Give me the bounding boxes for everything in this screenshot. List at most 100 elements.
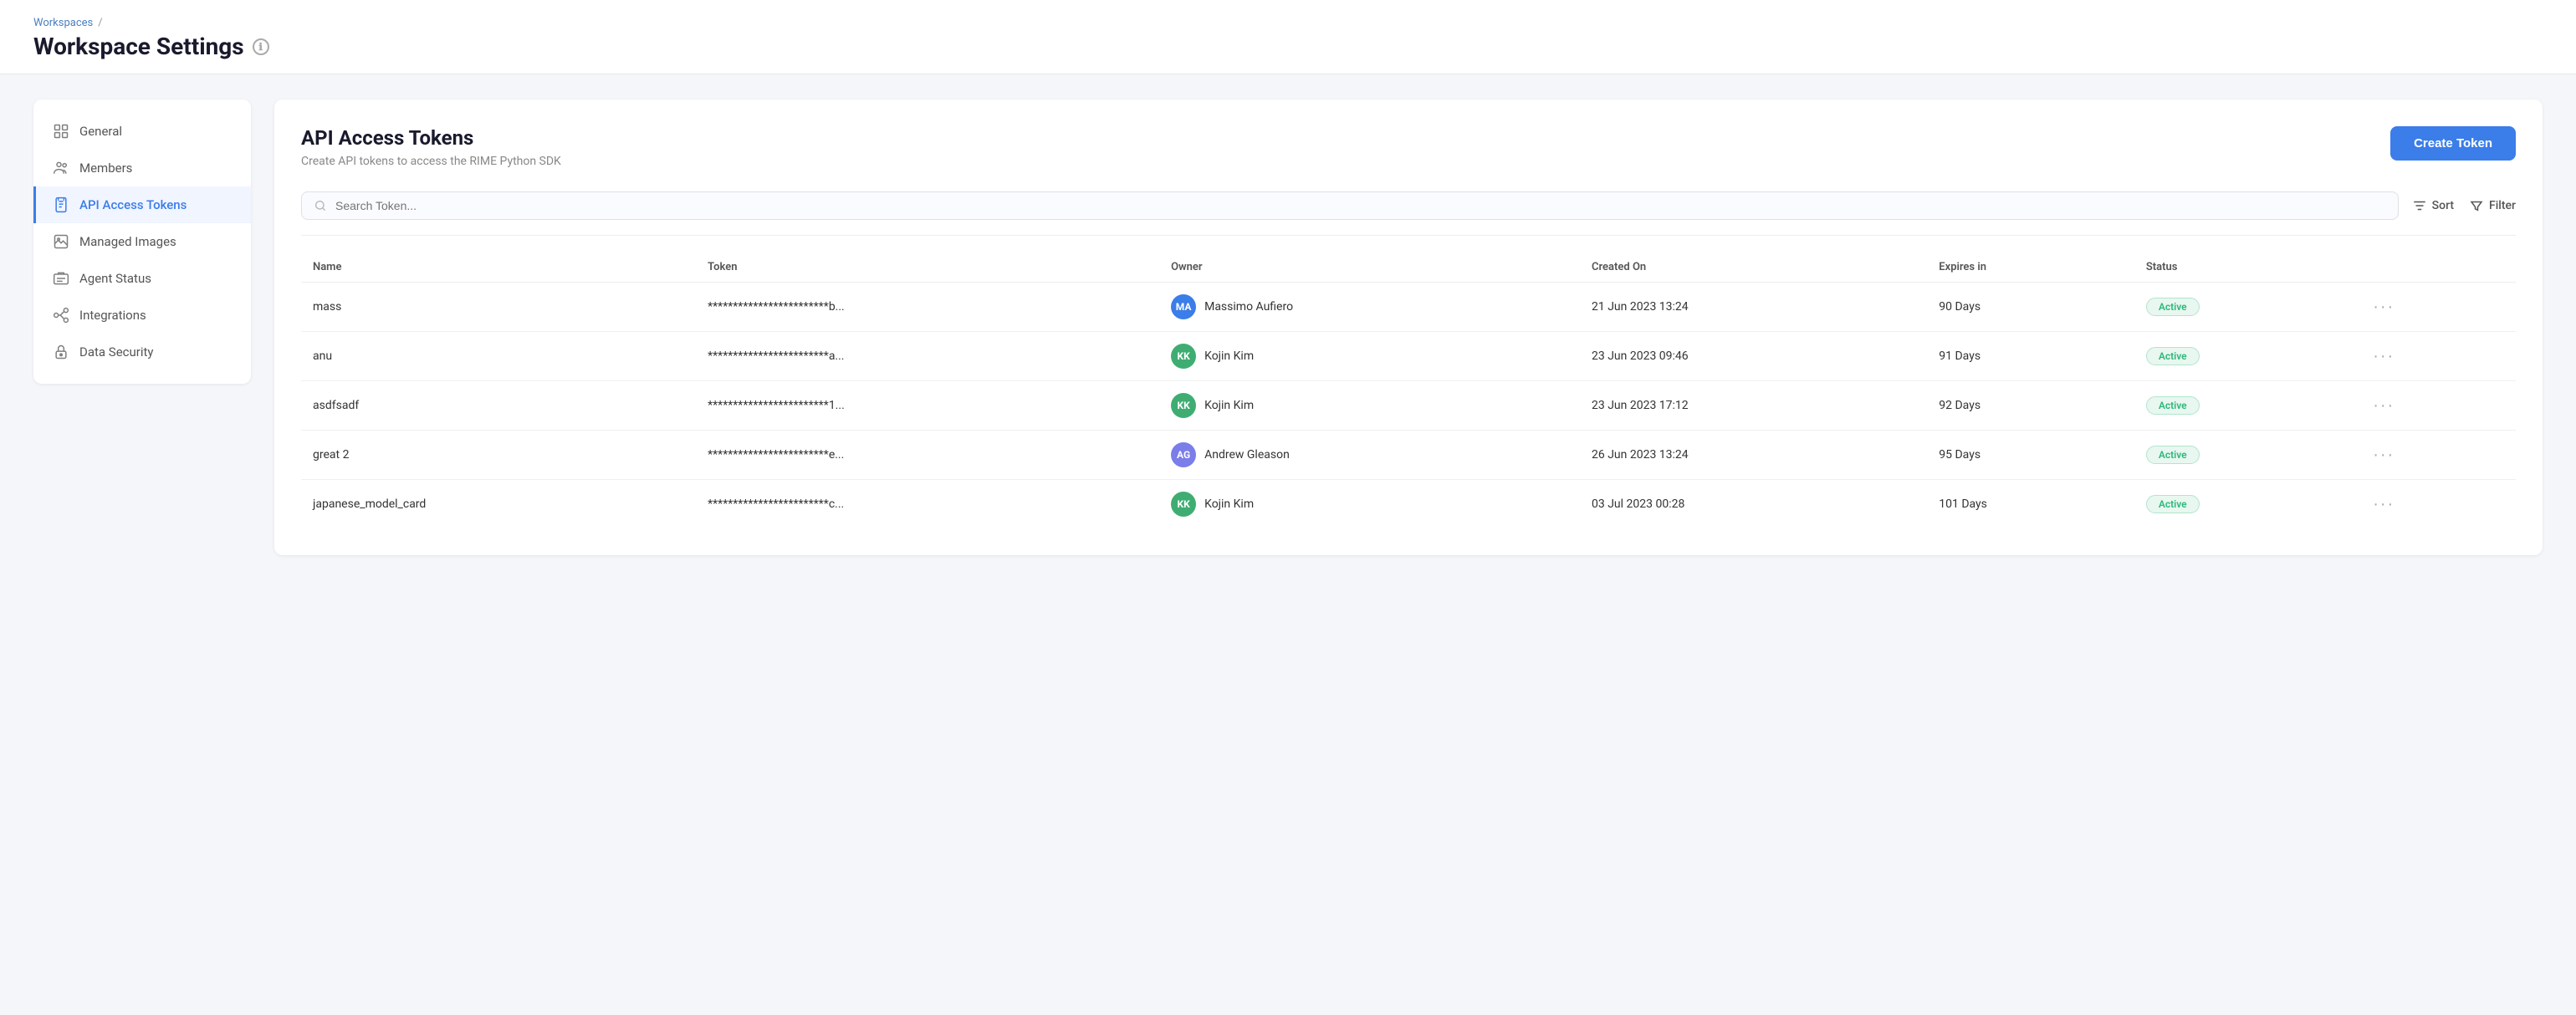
content-header: API Access Tokens Create API tokens to a… bbox=[301, 126, 2516, 168]
more-options-button[interactable]: ··· bbox=[2368, 493, 2400, 516]
status-badge: Active bbox=[2146, 446, 2200, 464]
col-actions bbox=[2356, 252, 2516, 283]
sidebar-item-members[interactable]: Members bbox=[33, 150, 251, 186]
sidebar-item-api-access-tokens[interactable]: API Access Tokens bbox=[33, 186, 251, 223]
sidebar-item-general-label: General bbox=[79, 124, 122, 139]
cell-created-on: 03 Jul 2023 00:28 bbox=[1580, 480, 1927, 529]
cell-name: great 2 bbox=[301, 431, 696, 480]
cell-owner: KK Kojin Kim bbox=[1159, 332, 1580, 381]
token-table: Name Token Owner Created On Expires in S… bbox=[301, 252, 2516, 528]
create-token-button[interactable]: Create Token bbox=[2390, 126, 2516, 161]
main-layout: General Members API Access Tokens Mana bbox=[0, 74, 2576, 1006]
sort-icon bbox=[2412, 198, 2427, 213]
breadcrumb-sep: / bbox=[98, 17, 102, 29]
avatar: MA bbox=[1171, 294, 1196, 319]
cell-expires-in: 92 Days bbox=[1927, 381, 2134, 431]
search-wrapper bbox=[301, 191, 2399, 220]
cell-more[interactable]: ··· bbox=[2356, 332, 2516, 381]
table-row: mass ************************b... MA Mas… bbox=[301, 283, 2516, 332]
cell-expires-in: 101 Days bbox=[1927, 480, 2134, 529]
sidebar-item-general[interactable]: General bbox=[33, 113, 251, 150]
page-title: Workspace Settings bbox=[33, 33, 244, 60]
page-header: Workspaces / Workspace Settings ℹ bbox=[0, 0, 2576, 74]
more-options-button[interactable]: ··· bbox=[2368, 345, 2400, 368]
table-row: great 2 ************************e... AG … bbox=[301, 431, 2516, 480]
avatar: KK bbox=[1171, 344, 1196, 369]
sidebar-item-agent-label: Agent Status bbox=[79, 271, 151, 286]
table-row: japanese_model_card ********************… bbox=[301, 480, 2516, 529]
sidebar: General Members API Access Tokens Mana bbox=[33, 99, 251, 384]
content-title: API Access Tokens bbox=[301, 126, 561, 150]
content-card: API Access Tokens Create API tokens to a… bbox=[274, 99, 2543, 555]
sort-button[interactable]: Sort bbox=[2412, 198, 2454, 213]
cell-more[interactable]: ··· bbox=[2356, 480, 2516, 529]
col-token: Token bbox=[696, 252, 1159, 283]
search-icon bbox=[314, 199, 327, 212]
more-options-button[interactable]: ··· bbox=[2368, 296, 2400, 319]
breadcrumb-parent[interactable]: Workspaces bbox=[33, 17, 93, 29]
filter-button[interactable]: Filter bbox=[2469, 198, 2516, 213]
cell-owner: MA Massimo Aufiero bbox=[1159, 283, 1580, 332]
general-icon bbox=[53, 123, 69, 140]
sidebar-item-data-security[interactable]: Data Security bbox=[33, 334, 251, 370]
cell-expires-in: 91 Days bbox=[1927, 332, 2134, 381]
status-badge: Active bbox=[2146, 347, 2200, 365]
cell-status: Active bbox=[2134, 332, 2356, 381]
toolbar: Sort Filter bbox=[301, 191, 2516, 236]
search-input[interactable] bbox=[335, 199, 2386, 212]
col-name: Name bbox=[301, 252, 696, 283]
content-title-block: API Access Tokens Create API tokens to a… bbox=[301, 126, 561, 168]
cell-more[interactable]: ··· bbox=[2356, 431, 2516, 480]
cell-more[interactable]: ··· bbox=[2356, 283, 2516, 332]
cell-status: Active bbox=[2134, 381, 2356, 431]
cell-owner: KK Kojin Kim bbox=[1159, 381, 1580, 431]
cell-expires-in: 95 Days bbox=[1927, 431, 2134, 480]
owner-name: Andrew Gleason bbox=[1204, 448, 1290, 462]
sidebar-item-integrations[interactable]: Integrations bbox=[33, 297, 251, 334]
owner-name: Massimo Aufiero bbox=[1204, 300, 1293, 314]
cell-name: asdfsadf bbox=[301, 381, 696, 431]
cell-owner: AG Andrew Gleason bbox=[1159, 431, 1580, 480]
status-badge: Active bbox=[2146, 495, 2200, 513]
more-options-button[interactable]: ··· bbox=[2368, 395, 2400, 417]
cell-owner: KK Kojin Kim bbox=[1159, 480, 1580, 529]
status-badge: Active bbox=[2146, 396, 2200, 415]
avatar: AG bbox=[1171, 442, 1196, 467]
content-area: API Access Tokens Create API tokens to a… bbox=[274, 99, 2543, 981]
cell-token: ************************1... bbox=[696, 381, 1159, 431]
cell-name: anu bbox=[301, 332, 696, 381]
sidebar-item-integrations-label: Integrations bbox=[79, 308, 146, 323]
cell-expires-in: 90 Days bbox=[1927, 283, 2134, 332]
cell-token: ************************b... bbox=[696, 283, 1159, 332]
more-options-button[interactable]: ··· bbox=[2368, 444, 2400, 467]
cell-name: mass bbox=[301, 283, 696, 332]
owner-name: Kojin Kim bbox=[1204, 497, 1254, 511]
sidebar-item-agent-status[interactable]: Agent Status bbox=[33, 260, 251, 297]
members-icon bbox=[53, 160, 69, 176]
images-icon bbox=[53, 233, 69, 250]
avatar: KK bbox=[1171, 393, 1196, 418]
cell-token: ************************c... bbox=[696, 480, 1159, 529]
sidebar-item-api-label: API Access Tokens bbox=[79, 197, 187, 212]
sidebar-item-managed-images[interactable]: Managed Images bbox=[33, 223, 251, 260]
filter-icon bbox=[2469, 198, 2484, 213]
toolbar-actions: Sort Filter bbox=[2412, 198, 2516, 213]
cell-more[interactable]: ··· bbox=[2356, 381, 2516, 431]
cell-token: ************************a... bbox=[696, 332, 1159, 381]
sidebar-item-managed-images-label: Managed Images bbox=[79, 234, 176, 249]
cell-created-on: 23 Jun 2023 09:46 bbox=[1580, 332, 1927, 381]
col-status: Status bbox=[2134, 252, 2356, 283]
cell-status: Active bbox=[2134, 283, 2356, 332]
avatar: KK bbox=[1171, 492, 1196, 517]
cell-created-on: 26 Jun 2023 13:24 bbox=[1580, 431, 1927, 480]
cell-created-on: 21 Jun 2023 13:24 bbox=[1580, 283, 1927, 332]
info-icon[interactable]: ℹ bbox=[253, 38, 269, 55]
sidebar-item-members-label: Members bbox=[79, 161, 132, 176]
content-subtitle: Create API tokens to access the RIME Pyt… bbox=[301, 155, 561, 168]
agent-icon bbox=[53, 270, 69, 287]
owner-name: Kojin Kim bbox=[1204, 349, 1254, 363]
integrations-icon bbox=[53, 307, 69, 324]
cell-status: Active bbox=[2134, 480, 2356, 529]
col-expires-in: Expires in bbox=[1927, 252, 2134, 283]
cell-created-on: 23 Jun 2023 17:12 bbox=[1580, 381, 1927, 431]
